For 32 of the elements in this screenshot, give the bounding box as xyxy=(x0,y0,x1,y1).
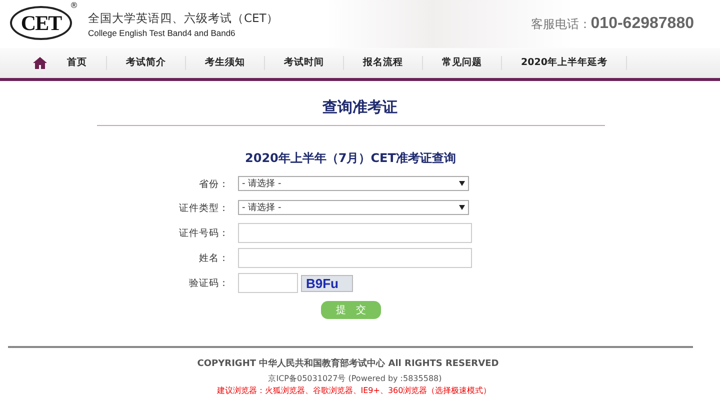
site-subtitle: College English Test Band4 and Band6 xyxy=(88,28,236,38)
logo: CET xyxy=(10,6,72,40)
icp-text: 京ICP备05031027号 (Powered by :5835588) xyxy=(267,373,443,384)
field-label: 证件号码： xyxy=(178,226,230,240)
select-field[interactable]: - 请选择 - xyxy=(238,176,469,191)
copyright-text: COPYRIGHT 中华人民共和国教育部考试中心 All RIGHTS RESERVED xyxy=(196,357,500,370)
nav-link[interactable]: 2020年上半年延考 xyxy=(502,56,628,70)
input-field[interactable] xyxy=(238,223,472,243)
caret-icon xyxy=(459,205,465,210)
nav-link[interactable]: 考生须知 xyxy=(186,56,265,70)
page-title: 查询准考证 xyxy=(321,98,398,117)
caret-icon xyxy=(459,181,465,186)
captcha-field[interactable] xyxy=(238,273,298,293)
registered-mark: ® xyxy=(70,1,78,10)
nav-link[interactable]: 报名流程 xyxy=(344,56,423,70)
field-label: 省份： xyxy=(198,178,230,191)
nav-link[interactable]: 常见问题 xyxy=(423,56,502,70)
phone-number: 010-62987880 xyxy=(590,15,694,33)
browser-note: 建议浏览器：火狐浏览器、谷歌浏览器、IE9+、360浏览器（选择极速模式） xyxy=(216,385,492,396)
site-title: 全国大学英语四、六级考试（CET） xyxy=(88,10,278,26)
captcha-image[interactable]: B9Fu xyxy=(301,274,353,292)
nav-link[interactable]: 考试简介 xyxy=(107,56,186,70)
nav-link[interactable]: 考试时间 xyxy=(265,56,344,70)
input-field[interactable] xyxy=(238,248,472,268)
field-label: 证件类型： xyxy=(178,202,230,215)
field-label: 姓名： xyxy=(198,252,230,264)
home-icon[interactable] xyxy=(33,57,47,69)
phone-label: 客服电话： xyxy=(530,16,591,33)
field-label: 验证码： xyxy=(188,276,230,290)
nav-link[interactable]: 首页 xyxy=(47,56,107,70)
form-title: 2020年上半年（7月）CET准考证查询 xyxy=(245,150,457,167)
select-field[interactable]: - 请选择 - xyxy=(238,200,469,215)
